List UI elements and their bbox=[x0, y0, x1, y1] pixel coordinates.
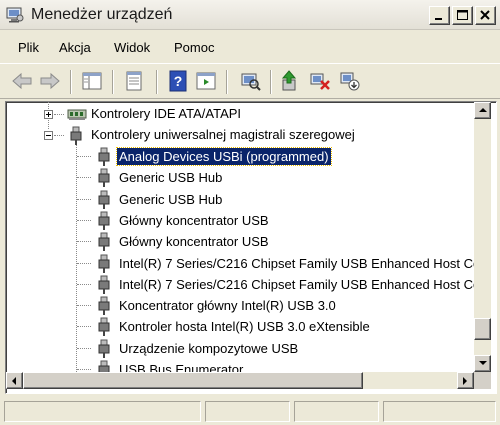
show-hide-console-tree-icon bbox=[80, 72, 104, 95]
scroll-right-button[interactable] bbox=[457, 372, 474, 389]
usb-device-icon bbox=[96, 254, 112, 277]
menu-action[interactable]: Akcja bbox=[59, 40, 91, 55]
vertical-scrollbar[interactable] bbox=[474, 102, 491, 372]
tree-connector bbox=[77, 241, 91, 242]
tree-connector bbox=[77, 369, 91, 370]
properties-button[interactable] bbox=[122, 70, 146, 92]
scrollbar-corner bbox=[474, 372, 491, 389]
device-tree[interactable]: Kontrolery IDE ATA/ATAPI Kontrolery uniw… bbox=[6, 102, 474, 372]
device-manager-app-icon bbox=[6, 7, 24, 23]
expand-ide-toggle[interactable] bbox=[44, 110, 53, 119]
status-panel-3 bbox=[294, 401, 379, 422]
status-panel-1 bbox=[4, 401, 201, 422]
tree-connector bbox=[77, 263, 91, 264]
uninstall-device-icon bbox=[308, 73, 332, 95]
usb-device-item[interactable]: Główny koncentrator USB bbox=[117, 212, 271, 229]
tree-connector bbox=[54, 114, 64, 115]
maximize-button[interactable] bbox=[452, 6, 473, 25]
usb-device-icon bbox=[96, 296, 112, 319]
toolbar-separator bbox=[156, 70, 158, 94]
vertical-scroll-thumb[interactable] bbox=[474, 318, 491, 340]
device-manager-window: Menedżer urządzeń Plik Akcja Widok Pomoc bbox=[0, 0, 500, 425]
view-pane-button[interactable] bbox=[194, 70, 218, 92]
help-icon: ? bbox=[166, 70, 190, 95]
update-driver-icon bbox=[278, 70, 302, 95]
usb-device-item[interactable]: Generic USB Hub bbox=[117, 169, 224, 186]
minimize-button[interactable] bbox=[429, 6, 450, 25]
tree-connector bbox=[77, 220, 91, 221]
usb-device-item[interactable]: Intel(R) 7 Series/C216 Chipset Family US… bbox=[117, 255, 474, 272]
usb-device-item[interactable]: USB Bus Enumerator bbox=[117, 361, 245, 372]
tree-connector bbox=[54, 135, 64, 136]
forward-button[interactable] bbox=[38, 70, 62, 92]
usb-device-icon bbox=[96, 317, 112, 340]
scan-hardware-changes-button[interactable] bbox=[238, 70, 262, 92]
title-bar[interactable]: Menedżer urządzeń bbox=[0, 0, 500, 30]
tree-connector bbox=[77, 305, 91, 306]
uninstall-device-button[interactable] bbox=[308, 70, 332, 92]
window-title: Menedżer urządzeń bbox=[31, 6, 173, 23]
forward-arrow-icon bbox=[38, 72, 62, 95]
tree-connector bbox=[77, 177, 91, 178]
category-usb-controllers[interactable]: Kontrolery uniwersalnej magistrali szere… bbox=[89, 126, 357, 143]
back-arrow-icon bbox=[10, 72, 34, 95]
close-button[interactable] bbox=[475, 6, 496, 25]
properties-icon bbox=[122, 71, 146, 95]
tree-connector bbox=[77, 348, 91, 349]
usb-device-icon bbox=[96, 168, 112, 191]
tree-connector bbox=[76, 145, 77, 372]
ide-controller-icon bbox=[66, 106, 88, 125]
status-bar bbox=[0, 398, 500, 425]
usb-device-item[interactable]: Urządzenie kompozytowe USB bbox=[117, 340, 300, 357]
usb-device-icon bbox=[96, 339, 112, 362]
tree-connector bbox=[77, 199, 91, 200]
usb-device-item[interactable]: Generic USB Hub bbox=[117, 191, 224, 208]
usb-device-item[interactable]: Koncentrator główny Intel(R) USB 3.0 bbox=[117, 297, 338, 314]
usb-device-icon bbox=[96, 211, 112, 234]
horizontal-scrollbar[interactable] bbox=[6, 372, 474, 389]
collapse-usb-toggle[interactable] bbox=[44, 131, 53, 140]
category-ide-controllers[interactable]: Kontrolery IDE ATA/ATAPI bbox=[89, 105, 243, 122]
menu-bar: Plik Akcja Widok Pomoc bbox=[0, 31, 500, 63]
usb-device-item[interactable]: Kontroler hosta Intel(R) USB 3.0 eXtensi… bbox=[117, 318, 372, 335]
view-pane-icon bbox=[194, 72, 218, 95]
device-tree-panel: Kontrolery IDE ATA/ATAPI Kontrolery uniw… bbox=[5, 101, 497, 394]
toolbar-separator bbox=[226, 70, 228, 94]
update-driver-button[interactable] bbox=[278, 70, 302, 92]
horizontal-scroll-thumb[interactable] bbox=[23, 372, 363, 389]
disable-device-icon bbox=[338, 72, 362, 95]
menu-help[interactable]: Pomoc bbox=[174, 40, 214, 55]
status-panel-2 bbox=[205, 401, 290, 422]
toolbar-separator bbox=[70, 70, 72, 94]
usb-device-item[interactable]: Analog Devices USBi (programmed) bbox=[116, 147, 332, 166]
usb-device-icon bbox=[96, 190, 112, 213]
usb-device-item[interactable]: Intel(R) 7 Series/C216 Chipset Family US… bbox=[117, 276, 474, 293]
toolbar-separator bbox=[270, 70, 272, 94]
usb-device-item[interactable]: Główny koncentrator USB bbox=[117, 233, 271, 250]
tree-connector bbox=[77, 156, 91, 157]
scan-hardware-changes-icon bbox=[238, 73, 262, 95]
menu-file[interactable]: Plik bbox=[18, 40, 39, 55]
help-button[interactable]: ? bbox=[166, 70, 190, 92]
usb-device-icon bbox=[96, 232, 112, 255]
scroll-left-button[interactable] bbox=[6, 372, 23, 389]
show-hide-console-tree-button[interactable] bbox=[80, 70, 104, 92]
tree-connector bbox=[77, 284, 91, 285]
menu-view[interactable]: Widok bbox=[114, 40, 150, 55]
tree-connector bbox=[77, 326, 91, 327]
usb-device-icon bbox=[96, 147, 112, 170]
usb-device-icon bbox=[96, 360, 112, 372]
scroll-down-button[interactable] bbox=[474, 355, 491, 372]
toolbar: ? bbox=[0, 63, 500, 99]
disable-device-button[interactable] bbox=[338, 70, 362, 92]
back-button[interactable] bbox=[10, 70, 34, 92]
status-panel-4 bbox=[383, 401, 496, 422]
usb-device-icon bbox=[96, 275, 112, 298]
toolbar-separator bbox=[112, 70, 114, 94]
svg-text:?: ? bbox=[174, 73, 183, 89]
scroll-up-button[interactable] bbox=[474, 102, 491, 119]
